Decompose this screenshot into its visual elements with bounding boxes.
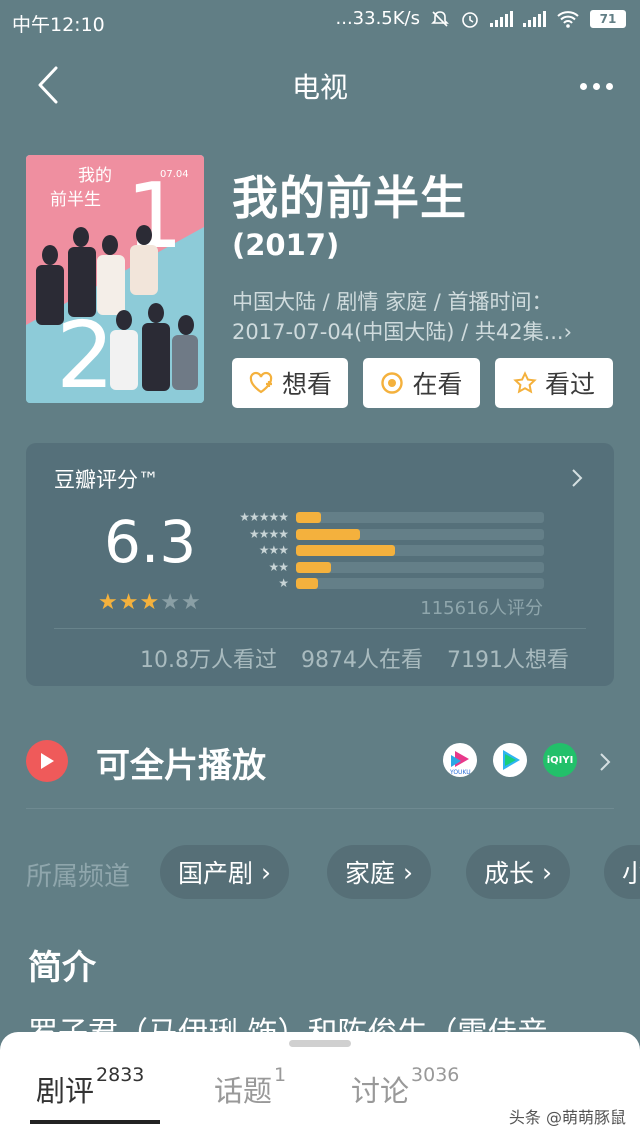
distribution-bar-fill [296,512,321,523]
chevron-right-icon: › [542,857,553,887]
distribution-stars: ★ [278,576,289,590]
poster-title-line2: 前半生 [50,190,101,210]
summary-heading: 简介 [28,948,96,988]
row-divider [26,808,614,809]
youku-icon[interactable]: YOUKU [443,743,477,777]
tab-discussions[interactable]: 讨论 3036 [351,1064,459,1110]
movie-meta-line1: 中国大陆 / 剧情 家庭 / 首播时间： [232,290,553,314]
distribution-bar-fill [296,545,396,556]
distribution-bar [296,545,544,556]
card-divider [54,628,586,629]
channel-chip-growth[interactable]: 成长 › [466,845,571,899]
circle-dot-icon [381,372,404,394]
poster-title-line1: 我的 [78,166,112,186]
want-count: 7191人想看 [447,648,569,673]
status-icons: ...33.5K/s 71 [335,8,626,29]
signal-icon-2 [523,10,546,27]
distribution-bar-fill [296,561,331,573]
distribution-bar-fill [296,578,319,589]
distribution-stars: ★★★★★ [239,510,289,524]
signal-icon [490,10,513,27]
chevron-right-icon: › [261,857,272,887]
sheet-drag-handle[interactable] [289,1040,351,1047]
channel-chip-more[interactable]: 小 [604,845,640,899]
play-chevron-icon [600,753,611,771]
movie-year: (2017) [232,228,340,262]
distribution-bar [296,528,544,540]
play-label[interactable]: 可全片播放 [96,738,266,787]
watched-label: 看过 [544,370,595,399]
poster-art: 我的 前半生 1 2 07.04 [26,155,204,403]
distribution-bar [296,561,544,573]
play-icon [41,753,54,769]
distribution-bar [296,578,544,589]
heart-plus-icon [249,371,273,394]
watermark: 头条 @萌萌豚鼠 [508,1108,626,1127]
tencent-video-icon[interactable] [493,743,527,777]
movie-title: 我的前半生 [232,171,467,225]
watched-count: 10.8万人看过 [140,648,277,673]
active-tab-indicator [30,1120,160,1124]
back-button[interactable] [28,60,68,110]
distribution-stars: ★★ [268,559,289,574]
rating-label: 豆瓣评分™ [54,468,159,492]
poster-date: 07.04 [160,169,189,180]
poster-number-2: 2 [56,302,115,403]
alarm-icon [462,11,478,28]
distribution-stars: ★★★★ [248,526,289,541]
want-to-watch-label: 想看 [281,370,332,399]
channel-label: 所属频道 [26,862,131,892]
iqiyi-icon[interactable]: iQIYI [543,743,577,777]
wifi-icon [557,10,579,28]
channel-chip-domestic[interactable]: 国产剧 › [160,845,290,899]
channel-chip-family[interactable]: 家庭 › [327,845,432,899]
chevron-left-icon [38,66,58,104]
movie-meta-line2[interactable]: 2017-07-04(中国大陆) / 共42集...› [232,316,572,346]
tab-topics[interactable]: 话题 1 [214,1064,286,1110]
mute-icon [431,10,449,27]
youku-text: YOUKU [449,769,471,776]
chevron-right-icon: › [403,857,414,887]
poster-image[interactable]: 我的 前半生 1 2 07.04 [26,155,204,403]
tab-reviews[interactable]: 剧评 2833 [36,1064,144,1110]
watching-button[interactable]: 在看 [363,358,480,408]
rating-count: 115616人评分 [420,598,543,619]
battery-icon: 71 [590,9,626,28]
chevron-right-icon [572,469,583,487]
distribution-bar-fill [296,528,361,540]
distribution-bar [296,512,544,523]
distribution-stars: ★★★ [258,543,289,557]
status-time: 中午12:10 [12,14,105,36]
play-button[interactable] [26,740,68,782]
page-title: 电视 [291,71,348,104]
watched-button[interactable]: 看过 [495,358,613,408]
rating-score: 6.3 [104,508,197,576]
want-to-watch-button[interactable]: 想看 [232,358,348,408]
watching-label: 在看 [412,370,463,399]
watch-stats: 10.8万人看过 9874人在看 7191人想看 [140,642,569,674]
watching-count: 9874人在看 [301,648,423,673]
more-button[interactable] [574,66,618,106]
network-speed: ...33.5K/s [335,8,421,29]
star-outline-icon [513,371,537,394]
